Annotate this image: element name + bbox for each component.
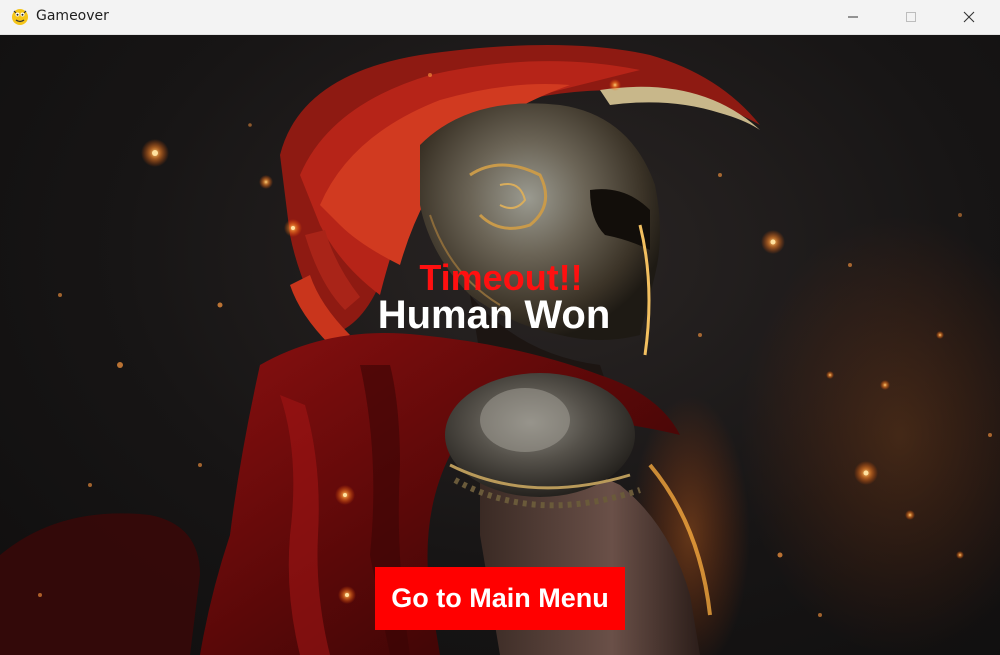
window-title: Gameover xyxy=(36,8,109,24)
close-button[interactable] xyxy=(940,0,998,34)
game-canvas: Timeout!! Human Won Go to Main Menu xyxy=(0,35,1000,655)
maximize-icon xyxy=(905,11,917,23)
minimize-icon xyxy=(847,11,859,23)
close-icon xyxy=(963,11,975,23)
game-result-text: Human Won xyxy=(377,293,611,337)
title-bar[interactable]: Gameover xyxy=(0,0,1000,35)
python-snake-icon xyxy=(11,8,29,26)
game-window: Gameover Timeout!! Human Won Go to Main … xyxy=(0,0,1000,655)
minimize-button[interactable] xyxy=(824,0,882,34)
main-menu-button[interactable]: Go to Main Menu xyxy=(375,567,625,630)
spartan-warrior-artwork xyxy=(0,45,1000,655)
maximize-button[interactable] xyxy=(882,0,940,34)
